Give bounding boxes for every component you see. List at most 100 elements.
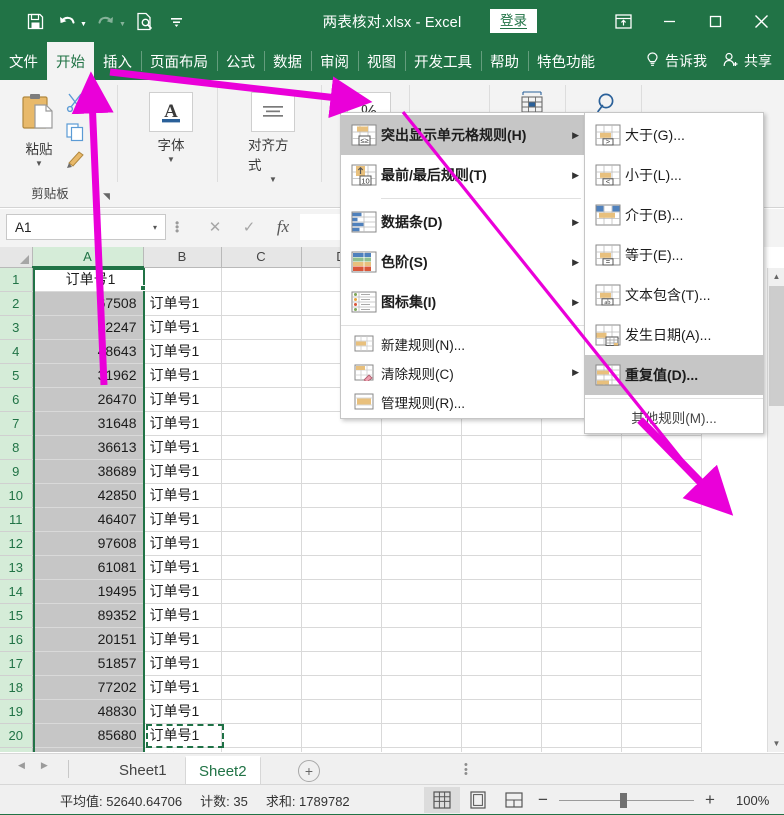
status-count[interactable]: 计数: 35 (200, 791, 248, 810)
tab-data[interactable]: 数据 (264, 42, 311, 80)
cell-G18[interactable] (541, 675, 622, 700)
row-header-14[interactable]: 14 (0, 579, 33, 604)
cell-D8[interactable] (301, 435, 382, 460)
cell-C21[interactable] (221, 747, 302, 752)
row-header-10[interactable]: 10 (0, 483, 33, 508)
cell-D10[interactable] (301, 483, 382, 508)
row-header-18[interactable]: 18 (0, 675, 33, 700)
page-break-view-icon[interactable] (496, 787, 532, 813)
cell-C12[interactable] (221, 531, 302, 556)
save-icon[interactable] (20, 6, 50, 36)
cell-F11[interactable] (461, 507, 542, 532)
sign-in-button[interactable]: 登录 (490, 9, 537, 33)
insert-function-icon[interactable]: fx (266, 214, 300, 240)
print-preview-icon[interactable] (130, 6, 160, 36)
cell-E21[interactable] (381, 747, 462, 752)
cell-D15[interactable] (301, 603, 382, 628)
cell-F12[interactable] (461, 531, 542, 556)
cell-G14[interactable] (541, 579, 622, 604)
tab-view[interactable]: 视图 (358, 42, 405, 80)
row-header-16[interactable]: 16 (0, 627, 33, 652)
cell-B17[interactable]: 订单号1 (143, 651, 222, 676)
cell-C17[interactable] (221, 651, 302, 676)
scroll-down-icon[interactable]: ▼ (768, 735, 784, 752)
row-header-2[interactable]: 2 (0, 291, 33, 316)
menu-item-color-scales[interactable]: 色阶(S) ▶ (341, 242, 589, 282)
select-all-corner[interactable] (0, 247, 33, 268)
ribbon-display-options-icon[interactable] (600, 0, 646, 42)
zoom-slider-thumb[interactable] (620, 792, 627, 808)
cell-F18[interactable] (461, 675, 542, 700)
clipboard-dialog-launcher[interactable]: ◥ (103, 191, 110, 202)
cell-A5[interactable]: 31962 (32, 363, 144, 388)
cell-C2[interactable] (221, 291, 302, 316)
cell-C20[interactable] (221, 723, 302, 748)
menu-item-new-rule[interactable]: 新建规则(N)... (341, 329, 589, 358)
row-header-3[interactable]: 3 (0, 315, 33, 340)
cell-B14[interactable]: 订单号1 (143, 579, 222, 604)
cell-D20[interactable] (301, 723, 382, 748)
formula-bar-handle[interactable]: • • • (175, 217, 179, 237)
cell-A9[interactable]: 38689 (32, 459, 144, 484)
cell-C8[interactable] (221, 435, 302, 460)
cell-A4[interactable]: 48643 (32, 339, 144, 364)
cell-B15[interactable]: 订单号1 (143, 603, 222, 628)
cell-A8[interactable]: 36613 (32, 435, 144, 460)
cell-G16[interactable] (541, 627, 622, 652)
paste-dropdown-caret[interactable]: ▼ (35, 160, 43, 168)
cell-E18[interactable] (381, 675, 462, 700)
tab-formulas[interactable]: 公式 (217, 42, 264, 80)
cell-F16[interactable] (461, 627, 542, 652)
menu-item-highlight-cells-rules[interactable]: ≤≥ 突出显示单元格规则(H) ▶ (341, 115, 589, 155)
cell-F19[interactable] (461, 699, 542, 724)
vertical-scrollbar[interactable]: ▲ ▼ (767, 268, 784, 752)
scroll-up-icon[interactable]: ▲ (768, 268, 784, 285)
cell-C3[interactable] (221, 315, 302, 340)
status-sum[interactable]: 求和: 1789782 (266, 791, 350, 810)
cell-H15[interactable] (621, 603, 702, 628)
cell-A1[interactable]: 订单号1 (32, 267, 144, 292)
zoom-out-button[interactable]: − (535, 790, 551, 810)
redo-dropdown-caret[interactable]: ▼ (119, 15, 126, 28)
cell-D17[interactable] (301, 651, 382, 676)
cell-C1[interactable] (221, 267, 302, 292)
cell-B9[interactable]: 订单号1 (143, 459, 222, 484)
cell-E16[interactable] (381, 627, 462, 652)
zoom-level-label[interactable]: 100% (736, 793, 769, 808)
cell-B1[interactable] (143, 267, 222, 292)
cell-G13[interactable] (541, 555, 622, 580)
cell-A12[interactable]: 97608 (32, 531, 144, 556)
column-header-C[interactable]: C (221, 247, 302, 268)
cell-C16[interactable] (221, 627, 302, 652)
page-layout-view-icon[interactable] (460, 787, 496, 813)
cut-button[interactable] (60, 88, 90, 116)
row-header-8[interactable]: 8 (0, 435, 33, 460)
cell-B10[interactable]: 订单号1 (143, 483, 222, 508)
cell-H17[interactable] (621, 651, 702, 676)
tab-file[interactable]: 文件 (0, 42, 47, 80)
cell-A20[interactable]: 85680 (32, 723, 144, 748)
sheet-tab-sheet1[interactable]: Sheet1 (106, 756, 180, 784)
cell-A10[interactable]: 42850 (32, 483, 144, 508)
cell-H21[interactable] (621, 747, 702, 752)
cell-B12[interactable]: 订单号1 (143, 531, 222, 556)
sheet-nav-prev-icon[interactable]: ◀ (18, 760, 25, 771)
cell-B21[interactable]: 订单号2 (143, 747, 222, 752)
tab-insert[interactable]: 插入 (94, 42, 141, 80)
cell-E11[interactable] (381, 507, 462, 532)
cell-A19[interactable]: 48830 (32, 699, 144, 724)
cell-D13[interactable] (301, 555, 382, 580)
cell-G15[interactable] (541, 603, 622, 628)
maximize-icon[interactable] (692, 0, 738, 42)
cell-E10[interactable] (381, 483, 462, 508)
cell-G11[interactable] (541, 507, 622, 532)
cell-A3[interactable]: 52247 (32, 315, 144, 340)
row-header-1[interactable]: 1 (0, 267, 33, 292)
cell-F17[interactable] (461, 651, 542, 676)
menu-item-data-bars[interactable]: 数据条(D) ▶ (341, 202, 589, 242)
cell-E9[interactable] (381, 459, 462, 484)
submenu-item-greater-than[interactable]: > 大于(G)... (585, 115, 763, 155)
cell-C14[interactable] (221, 579, 302, 604)
cell-B6[interactable]: 订单号1 (143, 387, 222, 412)
cell-B18[interactable]: 订单号1 (143, 675, 222, 700)
